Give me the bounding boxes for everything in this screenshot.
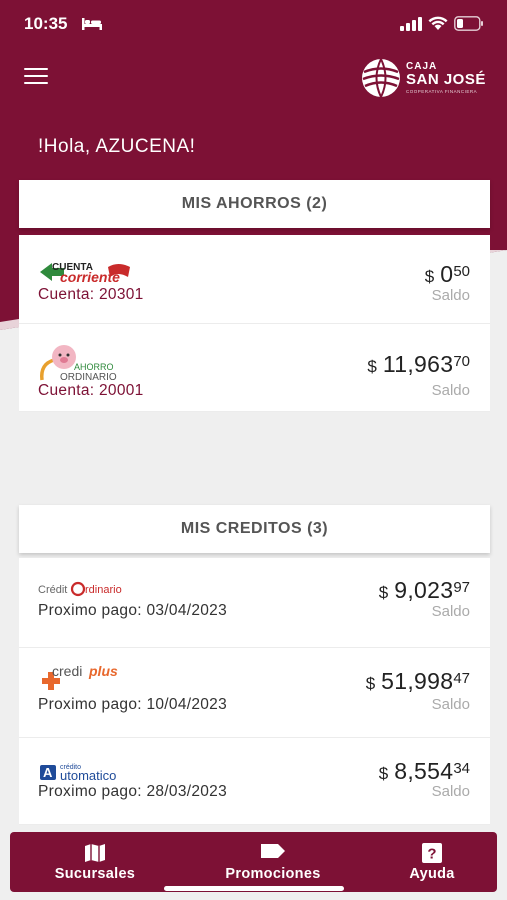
balance-amount: $050 [425, 261, 470, 288]
svg-text:utomatico: utomatico [60, 768, 116, 782]
savings-card-corriente[interactable]: CUENTA corriente Cuenta: 20301 $050 Sald… [19, 235, 490, 324]
balance-amount: $9,02397 [379, 577, 470, 604]
cuenta-corriente-logo: CUENTA corriente [40, 262, 130, 285]
bottom-navigation: Sucursales Promociones ? Ayuda [10, 832, 497, 892]
ahorro-ordinario-logo: AHORRO ORDINARIO [40, 345, 117, 383]
crediplus-logo: credi plus [42, 663, 118, 690]
tag-icon [261, 844, 285, 858]
svg-text:Crédit: Crédit [38, 584, 67, 596]
help-icon: ? [422, 843, 442, 863]
balance-amount: $51,99847 [366, 668, 470, 695]
next-payment: Proximo pago: 10/04/2023 [38, 696, 228, 713]
svg-text:A: A [43, 765, 53, 780]
balance-amount: $8,55434 [379, 758, 470, 785]
amount-decimal: 34 [453, 760, 470, 777]
nav-label: Promociones [225, 866, 321, 882]
nav-ayuda[interactable]: ? Ayuda [380, 832, 484, 892]
nav-label: Ayuda [409, 866, 455, 882]
credit-card-ordinario[interactable]: Crédit rdinario Proximo pago: 03/04/2023… [19, 558, 490, 648]
svg-text:AHORRO: AHORRO [74, 362, 114, 372]
wifi-icon [428, 16, 448, 30]
bed-icon [82, 18, 102, 30]
savings-card-ordinario[interactable]: AHORRO ORDINARIO Cuenta: 20001 $11,96370… [19, 324, 490, 412]
balance-label: Saldo [431, 287, 470, 304]
amount-decimal: 97 [453, 579, 470, 596]
status-time: 10:35 [24, 14, 68, 33]
amount-decimal: 50 [453, 263, 470, 280]
globe-icon [362, 58, 400, 98]
logo-line2: SAN JOSÉ [406, 71, 486, 88]
account-number: Cuenta: 20001 [38, 382, 144, 399]
nav-promociones[interactable]: Promociones [203, 832, 343, 892]
status-bar: 10:35 [0, 0, 507, 48]
nav-sucursales[interactable]: Sucursales [30, 832, 160, 892]
hamburger-menu-icon[interactable] [24, 68, 48, 86]
logo-line3: COOPERATIVA FINANCIERA [406, 89, 478, 94]
svg-text:rdinario: rdinario [85, 584, 122, 596]
amount-integer: 51,998 [381, 668, 454, 694]
credito-ordinario-logo: Crédit rdinario [38, 581, 122, 597]
amount-integer: 8,554 [394, 758, 454, 784]
balance-label: Saldo [431, 382, 470, 399]
credito-automatico-logo: A crédito utomatico [40, 764, 116, 782]
creditos-section-header[interactable]: MIS CREDITOS (3) [19, 505, 490, 553]
amount-integer: 0 [440, 261, 454, 287]
balance-amount: $11,96370 [367, 351, 470, 378]
balance-label: Saldo [431, 696, 470, 713]
svg-text:?: ? [427, 846, 436, 863]
battery-icon [454, 16, 483, 31]
map-icon [85, 844, 105, 862]
signal-icon [400, 17, 422, 31]
credit-card-automatico[interactable]: A crédito utomatico Proximo pago: 28/03/… [19, 738, 490, 825]
currency-symbol: $ [365, 674, 376, 693]
svg-text:corriente: corriente [60, 269, 120, 285]
greeting: !Hola, AZUCENA! [38, 136, 196, 157]
credit-card-crediplus[interactable]: credi plus Proximo pago: 10/04/2023 $51,… [19, 648, 490, 738]
balance-label: Saldo [431, 783, 470, 800]
account-number: Cuenta: 20301 [38, 286, 144, 303]
ahorros-section-header[interactable]: MIS AHORROS (2) [19, 180, 490, 228]
home-indicator [164, 886, 344, 891]
balance-label: Saldo [431, 603, 470, 620]
currency-symbol: $ [378, 764, 389, 783]
currency-symbol: $ [424, 267, 435, 286]
svg-text:credi: credi [52, 663, 82, 679]
amount-decimal: 70 [453, 353, 470, 370]
svg-text:plus: plus [88, 663, 118, 679]
amount-integer: 11,963 [382, 351, 454, 377]
caja-san-jose-logo: CAJA SAN JOSÉ COOPERATIVA FINANCIERA [360, 57, 490, 101]
currency-symbol: $ [378, 583, 389, 602]
currency-symbol: $ [367, 357, 377, 376]
nav-label: Sucursales [54, 866, 136, 882]
next-payment: Proximo pago: 03/04/2023 [38, 602, 228, 619]
next-payment: Proximo pago: 28/03/2023 [38, 783, 228, 800]
amount-decimal: 47 [453, 670, 470, 687]
amount-integer: 9,023 [394, 577, 454, 603]
